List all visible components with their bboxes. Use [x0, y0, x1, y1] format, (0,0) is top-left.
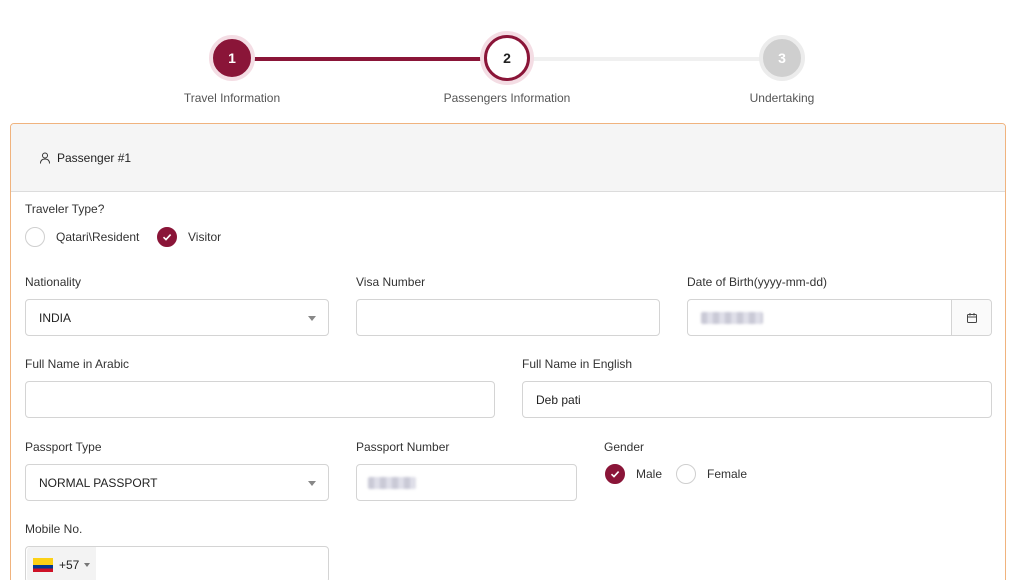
radio-visitor[interactable] [157, 227, 177, 247]
full-name-english-input[interactable]: Deb pati [522, 381, 992, 418]
step-1-circle[interactable]: 1 [209, 35, 255, 81]
full-name-arabic-label: Full Name in Arabic [25, 357, 130, 371]
radio-qatari-resident-label: Qatari\Resident [56, 230, 140, 244]
progress-stepper: 1 Travel Information 2 Passengers Inform… [0, 0, 1024, 120]
passenger-card-header: Passenger #1 [11, 124, 1005, 192]
calendar-button[interactable] [951, 300, 991, 335]
chevron-down-icon [308, 316, 316, 321]
visa-number-input[interactable] [356, 299, 660, 336]
date-of-birth-label: Date of Birth(yyyy-mm-dd) [687, 275, 828, 289]
colombia-flag-icon [33, 557, 53, 572]
nationality-label: Nationality [25, 275, 82, 289]
step-3-circle[interactable]: 3 [759, 35, 805, 81]
date-of-birth-input[interactable] [687, 299, 992, 336]
calendar-icon [966, 312, 977, 323]
user-icon [40, 152, 50, 164]
chevron-down-icon [84, 562, 91, 567]
passenger-title: Passenger #1 [57, 150, 132, 165]
passport-type-select[interactable]: NORMAL PASSPORT [25, 464, 329, 501]
mobile-input[interactable]: +57 [25, 546, 329, 580]
full-name-english-value: Deb pati [536, 392, 581, 407]
check-icon [610, 471, 620, 478]
radio-female-label: Female [707, 467, 748, 481]
radio-male-label: Male [636, 467, 663, 481]
passport-type-value: NORMAL PASSPORT [39, 475, 158, 490]
visa-number-label: Visa Number [356, 275, 426, 289]
step-3-label: Undertaking [749, 91, 815, 105]
country-code-select[interactable]: +57 [27, 547, 97, 580]
mobile-label: Mobile No. [25, 522, 83, 536]
step-2-number: 2 [503, 50, 511, 66]
step-2-label: Passengers Information [443, 91, 571, 105]
full-name-arabic-input[interactable] [25, 381, 495, 418]
passenger-card: Passenger #1 Traveler Type? Qatari\Resid… [10, 123, 1006, 580]
step-3-number: 3 [778, 50, 786, 66]
nationality-select[interactable]: INDIA [25, 299, 329, 336]
step-1-label: Travel Information [183, 91, 281, 105]
redacted-passport-number [368, 476, 416, 489]
check-icon [162, 234, 172, 241]
step-2-circle[interactable]: 2 [484, 35, 530, 81]
traveler-type-label: Traveler Type? [25, 202, 105, 216]
radio-visitor-label: Visitor [188, 230, 222, 244]
chevron-down-icon [308, 481, 316, 486]
radio-qatari-resident[interactable] [25, 227, 45, 247]
redacted-date-of-birth [701, 311, 763, 324]
passport-number-input[interactable] [356, 464, 577, 501]
step-connector-completed [232, 57, 507, 61]
gender-label: Gender [604, 440, 645, 454]
radio-male[interactable] [605, 464, 625, 484]
step-1-number: 1 [228, 50, 236, 66]
country-code-value: +57 [59, 557, 80, 572]
full-name-english-label: Full Name in English [522, 357, 633, 371]
passport-type-label: Passport Type [25, 440, 102, 454]
nationality-value: INDIA [39, 310, 72, 325]
step-connector-pending [507, 57, 782, 61]
passport-number-label: Passport Number [356, 440, 450, 454]
radio-female[interactable] [676, 464, 696, 484]
